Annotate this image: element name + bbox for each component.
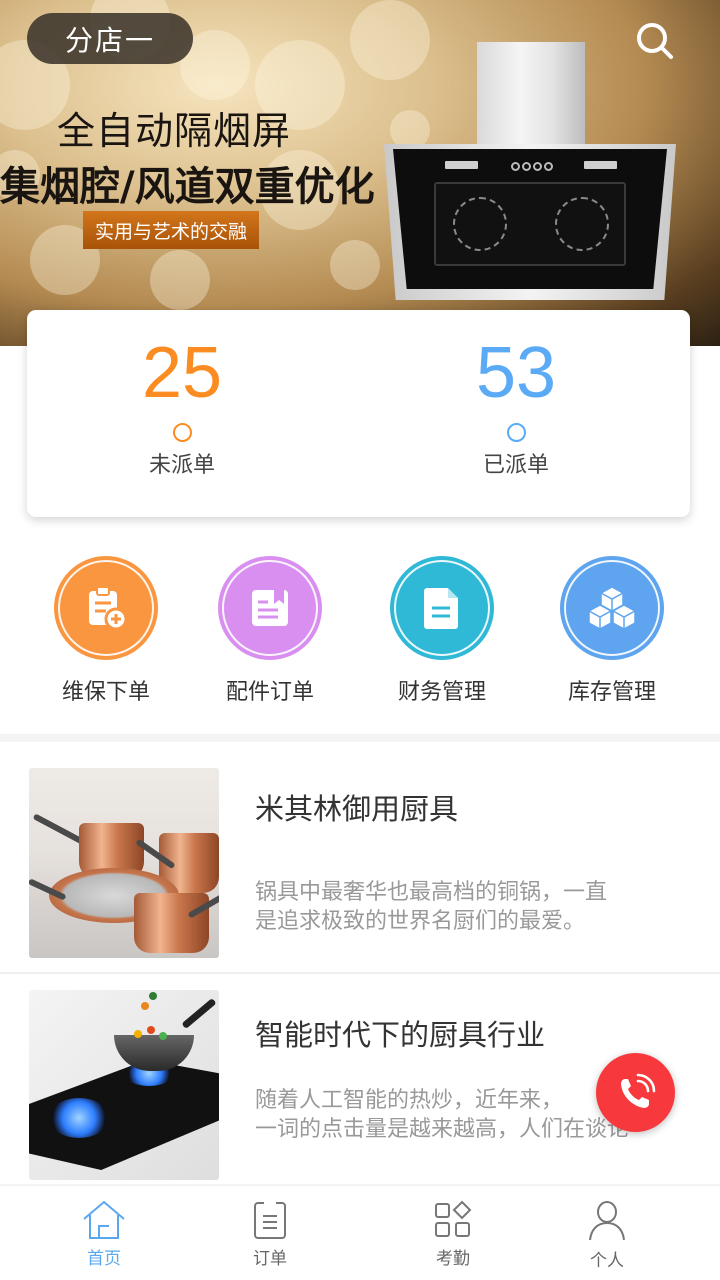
range-hood-knob: [544, 162, 553, 171]
user-icon: [589, 1201, 625, 1241]
range-hood-fan: [555, 197, 609, 251]
news-description: 锅具中最奢华也最高档的铜锅，一直 是追求极致的世界名厨们的最爱。: [255, 878, 675, 936]
action-finance[interactable]: 财务管理: [372, 556, 512, 706]
store-selector-button[interactable]: 分店一: [27, 13, 193, 64]
clipboard-icon: [254, 1201, 286, 1239]
tab-label: 首页: [87, 1249, 121, 1269]
action-maintenance-order[interactable]: 维保下单: [36, 556, 176, 706]
range-hood-knob: [533, 162, 542, 171]
news-description-line: 是追求极致的世界名厨们的最爱。: [255, 909, 586, 934]
action-inventory[interactable]: 库存管理: [542, 556, 682, 706]
tab-label: 订单: [253, 1249, 287, 1269]
news-description-line: 锅具中最奢华也最高档的铜锅，一直: [255, 880, 608, 905]
clipboard-add-icon: [89, 586, 128, 631]
home-icon: [83, 1200, 125, 1239]
news-thumbnail-gas-stove: [29, 990, 219, 1180]
action-label: 财务管理: [397, 680, 486, 705]
range-hood-fan: [453, 197, 507, 251]
tab-profile[interactable]: 个人: [562, 1200, 652, 1271]
quick-actions: 维保下单 配件订单 财务管理 库存管理: [0, 556, 720, 736]
range-hood-knob: [522, 162, 531, 171]
news-thumbnail-copper-pots: [29, 768, 219, 958]
news-item[interactable]: 米其林御用厨具 锅具中最奢华也最高档的铜锅，一直 是追求极致的世界名厨们的最爱。: [0, 742, 720, 974]
banner-tagline: 实用与艺术的交融: [83, 211, 259, 249]
pending-orders-label: 未派单: [148, 453, 215, 478]
bokeh-decoration: [350, 0, 430, 80]
bookmark-doc-icon: [252, 590, 288, 626]
search-icon: [637, 23, 673, 59]
banner-subheadline: 集烟腔/风道双重优化: [0, 164, 375, 210]
bottom-tab-bar: 首页 订单 考勤 个人: [0, 1184, 720, 1280]
action-label: 库存管理: [567, 680, 656, 705]
dispatched-orders-stat[interactable]: 53 已派单: [416, 310, 616, 479]
banner-headline: 全自动隔烟屏: [57, 109, 292, 153]
range-hood-light: [445, 161, 478, 169]
tab-home[interactable]: 首页: [59, 1200, 149, 1269]
bokeh-decoration: [150, 250, 210, 310]
action-label: 配件订单: [225, 680, 314, 705]
tab-label: 个人: [590, 1251, 624, 1271]
news-title: 米其林御用厨具: [255, 792, 459, 826]
order-stats-card: 25 未派单 53 已派单: [27, 310, 690, 517]
news-title: 智能时代下的厨具行业: [255, 1018, 546, 1052]
bokeh-decoration: [330, 240, 380, 290]
tab-orders[interactable]: 订单: [225, 1200, 315, 1269]
tab-label: 考勤: [436, 1249, 470, 1269]
promo-banner[interactable]: 全自动隔烟屏 集烟腔/风道双重优化 实用与艺术的交融 分店一: [0, 0, 720, 346]
dispatched-orders-count: 53: [475, 333, 557, 413]
pending-orders-stat[interactable]: 25 未派单: [82, 310, 282, 479]
range-hood-chimney: [477, 42, 585, 144]
home-page: 全自动隔烟屏 集烟腔/风道双重优化 实用与艺术的交融 分店一 25 未派单 53…: [0, 0, 720, 1280]
pending-indicator-dot: [172, 423, 192, 442]
apps-icon: [435, 1200, 472, 1237]
action-label: 维保下单: [61, 680, 150, 705]
cubes-icon: [588, 586, 636, 630]
search-button[interactable]: [630, 16, 680, 66]
call-button[interactable]: [596, 1053, 675, 1132]
file-icon: [424, 588, 458, 629]
tab-attendance[interactable]: 考勤: [408, 1200, 498, 1269]
dispatched-orders-label: 已派单: [482, 453, 549, 478]
range-hood-light: [584, 161, 617, 169]
section-separator: [0, 734, 720, 742]
dispatched-indicator-dot: [506, 423, 526, 442]
pending-orders-count: 25: [141, 333, 223, 413]
phone-icon: [620, 1073, 655, 1108]
action-parts-order[interactable]: 配件订单: [200, 556, 340, 706]
range-hood-knob: [511, 162, 520, 171]
